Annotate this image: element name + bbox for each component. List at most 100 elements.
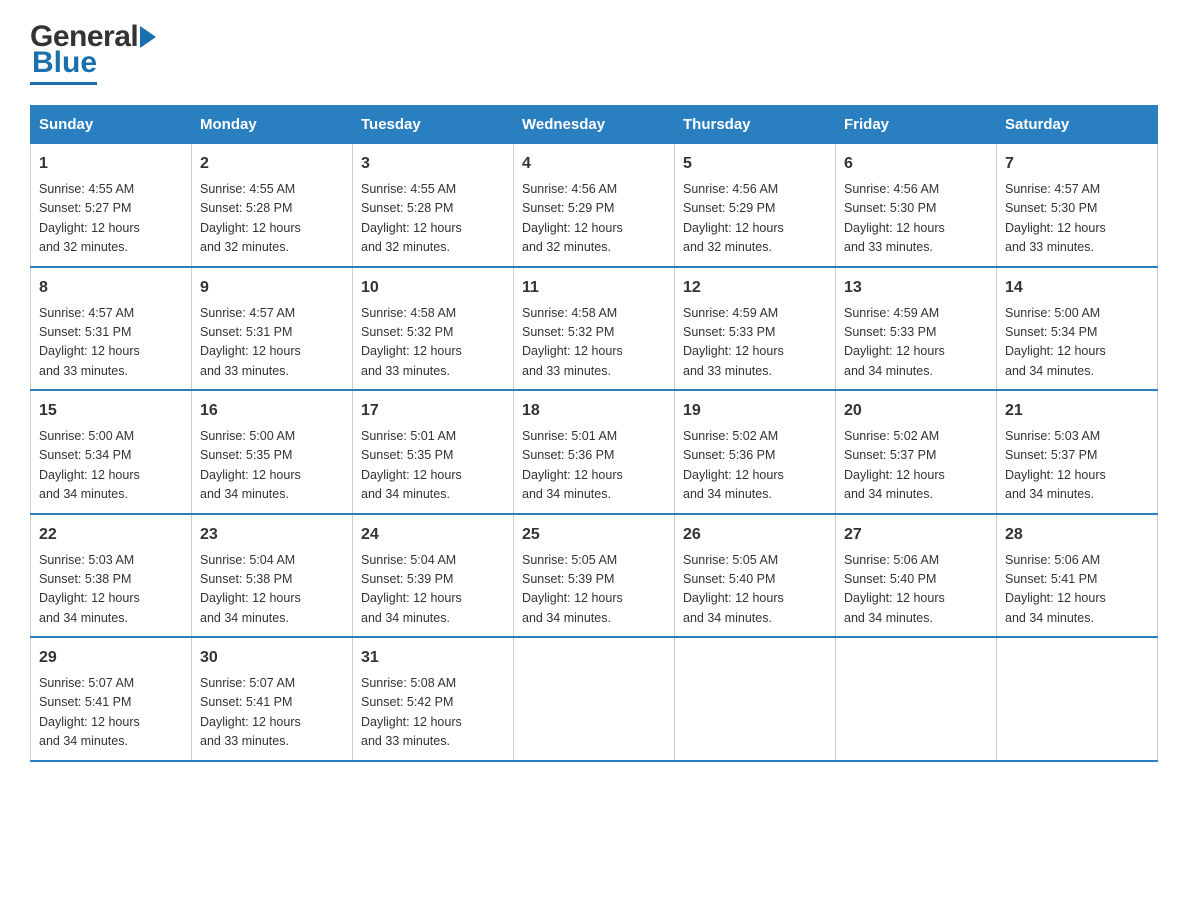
day-number: 27	[844, 523, 988, 547]
calendar-cell	[836, 637, 997, 761]
calendar-cell: 2 Sunrise: 4:55 AMSunset: 5:28 PMDaylight…	[192, 144, 353, 267]
day-info: Sunrise: 4:56 AMSunset: 5:30 PMDaylight:…	[844, 180, 988, 258]
day-number: 18	[522, 399, 666, 423]
day-number: 24	[361, 523, 505, 547]
day-info: Sunrise: 4:56 AMSunset: 5:29 PMDaylight:…	[522, 180, 666, 258]
day-info: Sunrise: 5:00 AMSunset: 5:35 PMDaylight:…	[200, 427, 344, 505]
day-number: 15	[39, 399, 183, 423]
day-info: Sunrise: 5:07 AMSunset: 5:41 PMDaylight:…	[39, 674, 183, 752]
logo-blue: Blue	[30, 46, 97, 85]
day-info: Sunrise: 4:58 AMSunset: 5:32 PMDaylight:…	[361, 304, 505, 382]
day-info: Sunrise: 5:06 AMSunset: 5:41 PMDaylight:…	[1005, 551, 1149, 629]
day-number: 28	[1005, 523, 1149, 547]
day-info: Sunrise: 4:57 AMSunset: 5:31 PMDaylight:…	[39, 304, 183, 382]
day-number: 8	[39, 276, 183, 300]
column-header-monday: Monday	[192, 106, 353, 144]
day-number: 14	[1005, 276, 1149, 300]
day-info: Sunrise: 4:59 AMSunset: 5:33 PMDaylight:…	[844, 304, 988, 382]
day-number: 30	[200, 646, 344, 670]
day-info: Sunrise: 4:55 AMSunset: 5:28 PMDaylight:…	[361, 180, 505, 258]
day-number: 17	[361, 399, 505, 423]
day-info: Sunrise: 5:03 AMSunset: 5:37 PMDaylight:…	[1005, 427, 1149, 505]
calendar-cell: 7Sunrise: 4:57 AMSunset: 5:30 PMDaylight…	[997, 144, 1158, 267]
day-number: 23	[200, 523, 344, 547]
calendar-cell: 10 Sunrise: 4:58 AMSunset: 5:32 PMDayligh…	[353, 267, 514, 391]
day-info: Sunrise: 5:04 AMSunset: 5:39 PMDaylight:…	[361, 551, 505, 629]
logo: General Blue	[30, 20, 158, 85]
calendar-week-row: 15 Sunrise: 5:00 AMSunset: 5:34 PMDayligh…	[31, 390, 1158, 514]
calendar-cell: 9Sunrise: 4:57 AMSunset: 5:31 PMDaylight…	[192, 267, 353, 391]
calendar-cell: 28 Sunrise: 5:06 AMSunset: 5:41 PMDayligh…	[997, 514, 1158, 638]
day-number: 22	[39, 523, 183, 547]
day-number: 25	[522, 523, 666, 547]
day-info: Sunrise: 5:04 AMSunset: 5:38 PMDaylight:…	[200, 551, 344, 629]
calendar-cell	[514, 637, 675, 761]
day-number: 31	[361, 646, 505, 670]
day-number: 12	[683, 276, 827, 300]
day-number: 7	[1005, 152, 1149, 176]
calendar-cell: 31 Sunrise: 5:08 AMSunset: 5:42 PMDayligh…	[353, 637, 514, 761]
day-info: Sunrise: 5:05 AMSunset: 5:40 PMDaylight:…	[683, 551, 827, 629]
day-number: 4	[522, 152, 666, 176]
calendar-cell: 27 Sunrise: 5:06 AMSunset: 5:40 PMDayligh…	[836, 514, 997, 638]
column-header-wednesday: Wednesday	[514, 106, 675, 144]
day-number: 26	[683, 523, 827, 547]
column-header-tuesday: Tuesday	[353, 106, 514, 144]
day-info: Sunrise: 4:59 AMSunset: 5:33 PMDaylight:…	[683, 304, 827, 382]
calendar-table: SundayMondayTuesdayWednesdayThursdayFrid…	[30, 105, 1158, 762]
day-info: Sunrise: 5:08 AMSunset: 5:42 PMDaylight:…	[361, 674, 505, 752]
day-number: 9	[200, 276, 344, 300]
calendar-cell: 15 Sunrise: 5:00 AMSunset: 5:34 PMDayligh…	[31, 390, 192, 514]
day-number: 2	[200, 152, 344, 176]
day-info: Sunrise: 5:03 AMSunset: 5:38 PMDaylight:…	[39, 551, 183, 629]
calendar-cell: 13 Sunrise: 4:59 AMSunset: 5:33 PMDayligh…	[836, 267, 997, 391]
day-number: 16	[200, 399, 344, 423]
calendar-cell: 19Sunrise: 5:02 AMSunset: 5:36 PMDayligh…	[675, 390, 836, 514]
calendar-cell: 25 Sunrise: 5:05 AMSunset: 5:39 PMDayligh…	[514, 514, 675, 638]
calendar-cell: 4 Sunrise: 4:56 AMSunset: 5:29 PMDaylight…	[514, 144, 675, 267]
day-number: 3	[361, 152, 505, 176]
column-header-friday: Friday	[836, 106, 997, 144]
calendar-cell: 20 Sunrise: 5:02 AMSunset: 5:37 PMDayligh…	[836, 390, 997, 514]
calendar-cell: 23 Sunrise: 5:04 AMSunset: 5:38 PMDayligh…	[192, 514, 353, 638]
calendar-cell: 14 Sunrise: 5:00 AMSunset: 5:34 PMDayligh…	[997, 267, 1158, 391]
calendar-header-row: SundayMondayTuesdayWednesdayThursdayFrid…	[31, 106, 1158, 144]
calendar-week-row: 1 Sunrise: 4:55 AMSunset: 5:27 PMDaylight…	[31, 144, 1158, 267]
calendar-cell: 1 Sunrise: 4:55 AMSunset: 5:27 PMDaylight…	[31, 144, 192, 267]
day-number: 6	[844, 152, 988, 176]
calendar-cell: 26 Sunrise: 5:05 AMSunset: 5:40 PMDayligh…	[675, 514, 836, 638]
day-number: 13	[844, 276, 988, 300]
calendar-cell	[675, 637, 836, 761]
day-number: 21	[1005, 399, 1149, 423]
day-info: Sunrise: 5:01 AMSunset: 5:36 PMDaylight:…	[522, 427, 666, 505]
day-info: Sunrise: 4:55 AMSunset: 5:28 PMDaylight:…	[200, 180, 344, 258]
calendar-cell: 18 Sunrise: 5:01 AMSunset: 5:36 PMDayligh…	[514, 390, 675, 514]
day-info: Sunrise: 5:07 AMSunset: 5:41 PMDaylight:…	[200, 674, 344, 752]
day-info: Sunrise: 5:00 AMSunset: 5:34 PMDaylight:…	[39, 427, 183, 505]
day-info: Sunrise: 4:56 AMSunset: 5:29 PMDaylight:…	[683, 180, 827, 258]
column-header-saturday: Saturday	[997, 106, 1158, 144]
day-info: Sunrise: 5:05 AMSunset: 5:39 PMDaylight:…	[522, 551, 666, 629]
calendar-week-row: 8 Sunrise: 4:57 AMSunset: 5:31 PMDaylight…	[31, 267, 1158, 391]
calendar-cell: 12 Sunrise: 4:59 AMSunset: 5:33 PMDayligh…	[675, 267, 836, 391]
day-number: 19	[683, 399, 827, 423]
calendar-cell: 17Sunrise: 5:01 AMSunset: 5:35 PMDayligh…	[353, 390, 514, 514]
day-info: Sunrise: 4:55 AMSunset: 5:27 PMDaylight:…	[39, 180, 183, 258]
calendar-cell: 11 Sunrise: 4:58 AMSunset: 5:32 PMDayligh…	[514, 267, 675, 391]
calendar-cell: 5 Sunrise: 4:56 AMSunset: 5:29 PMDaylight…	[675, 144, 836, 267]
column-header-thursday: Thursday	[675, 106, 836, 144]
day-number: 20	[844, 399, 988, 423]
day-info: Sunrise: 5:02 AMSunset: 5:37 PMDaylight:…	[844, 427, 988, 505]
day-number: 5	[683, 152, 827, 176]
calendar-cell	[997, 637, 1158, 761]
day-number: 11	[522, 276, 666, 300]
day-info: Sunrise: 5:06 AMSunset: 5:40 PMDaylight:…	[844, 551, 988, 629]
day-info: Sunrise: 5:00 AMSunset: 5:34 PMDaylight:…	[1005, 304, 1149, 382]
day-number: 10	[361, 276, 505, 300]
column-header-sunday: Sunday	[31, 106, 192, 144]
calendar-cell: 3 Sunrise: 4:55 AMSunset: 5:28 PMDaylight…	[353, 144, 514, 267]
day-info: Sunrise: 4:58 AMSunset: 5:32 PMDaylight:…	[522, 304, 666, 382]
calendar-cell: 24 Sunrise: 5:04 AMSunset: 5:39 PMDayligh…	[353, 514, 514, 638]
day-number: 1	[39, 152, 183, 176]
calendar-week-row: 22 Sunrise: 5:03 AMSunset: 5:38 PMDayligh…	[31, 514, 1158, 638]
